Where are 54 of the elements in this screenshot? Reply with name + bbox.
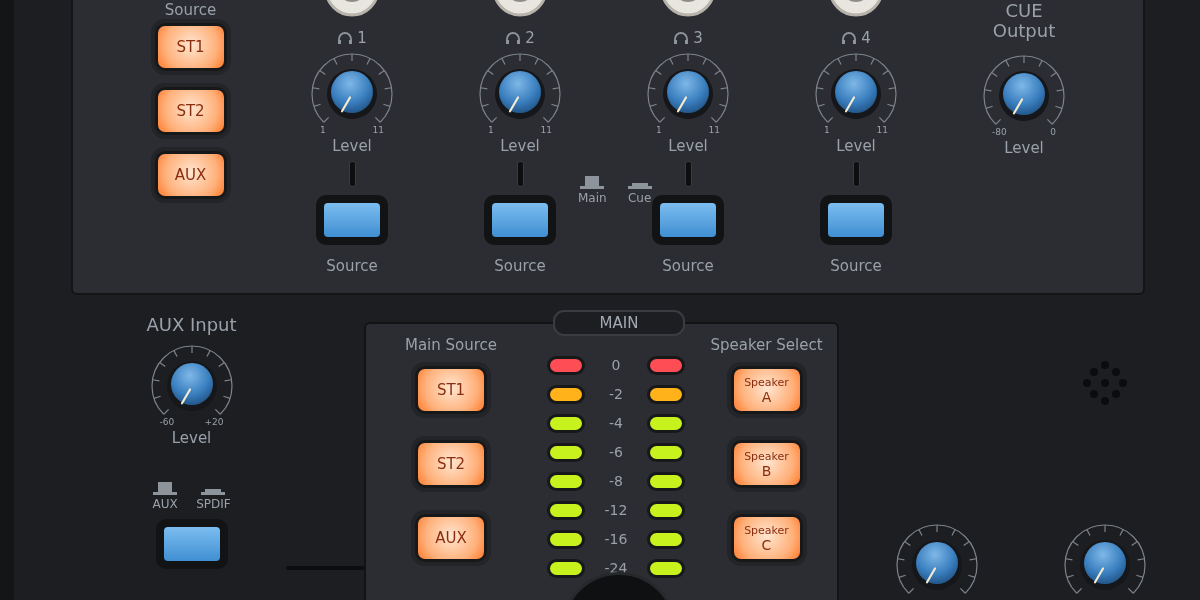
scale-max-label: 11	[708, 125, 720, 137]
scale-max-label: 11	[876, 125, 888, 137]
meter-scale-label: -12	[603, 501, 629, 519]
meter-scale-label: -6	[608, 443, 624, 461]
input-select-button[interactable]	[163, 527, 220, 561]
meter-scale-label: -8	[608, 472, 624, 490]
headphones-icon	[673, 31, 690, 45]
indicator-slot	[516, 161, 524, 187]
level-label: Level	[836, 137, 876, 155]
channel-number: 3	[693, 29, 703, 47]
aux-input-title: AUX Input	[146, 315, 237, 335]
indicator-slot	[852, 161, 860, 187]
source-label: Source	[662, 257, 714, 275]
meter-scale-label: -2	[608, 385, 624, 403]
scale-max-label: 0	[1050, 127, 1056, 139]
scale-min-label: -60	[159, 417, 175, 429]
scale-max-label: +20	[204, 417, 224, 429]
scale-max-label: 11	[540, 125, 552, 137]
switch-position-label: Main	[578, 191, 607, 205]
level-label: Level	[332, 137, 372, 155]
scale-min-label: 1	[320, 125, 326, 137]
switch-position-label: Cue	[627, 191, 652, 205]
channel-number: 4	[861, 29, 871, 47]
channel-number: 1	[357, 29, 367, 47]
main-title: MAIN	[553, 310, 685, 336]
scale-max-label: 11	[372, 125, 384, 137]
scale-min-label: 1	[488, 125, 494, 137]
indicator-slot	[348, 161, 356, 187]
main-source-heading: Main Source	[404, 336, 498, 354]
headphones-icon	[841, 31, 858, 45]
cue-output-title: Output	[992, 21, 1056, 41]
source-label: Source	[326, 257, 378, 275]
channel-number: 2	[525, 29, 535, 47]
switch-position-label: SPDIF	[196, 497, 231, 511]
meter-scale-label: -16	[603, 530, 629, 548]
cue-output-title: CUE	[1005, 1, 1043, 21]
level-label: Level	[171, 429, 212, 447]
headphones-icon	[337, 31, 354, 45]
meter-scale-label: -4	[608, 414, 624, 432]
level-label: Level	[1004, 139, 1044, 157]
speaker-select-heading: Speaker Select	[710, 336, 823, 354]
meter-scale-label: 0	[610, 356, 622, 374]
indicator-slot	[684, 161, 692, 187]
source-label: Source	[830, 257, 882, 275]
headphones-icon	[505, 31, 522, 45]
level-label: Level	[500, 137, 540, 155]
scale-min-label: 1	[824, 125, 830, 137]
scale-min-label: 1	[656, 125, 662, 137]
level-label: Level	[668, 137, 708, 155]
scale-min-label: -80	[992, 127, 1007, 139]
meter-scale-label: -24	[603, 559, 629, 577]
switch-position-label: AUX	[152, 497, 178, 511]
source-label: Source	[494, 257, 546, 275]
source-heading: Source	[164, 1, 217, 19]
